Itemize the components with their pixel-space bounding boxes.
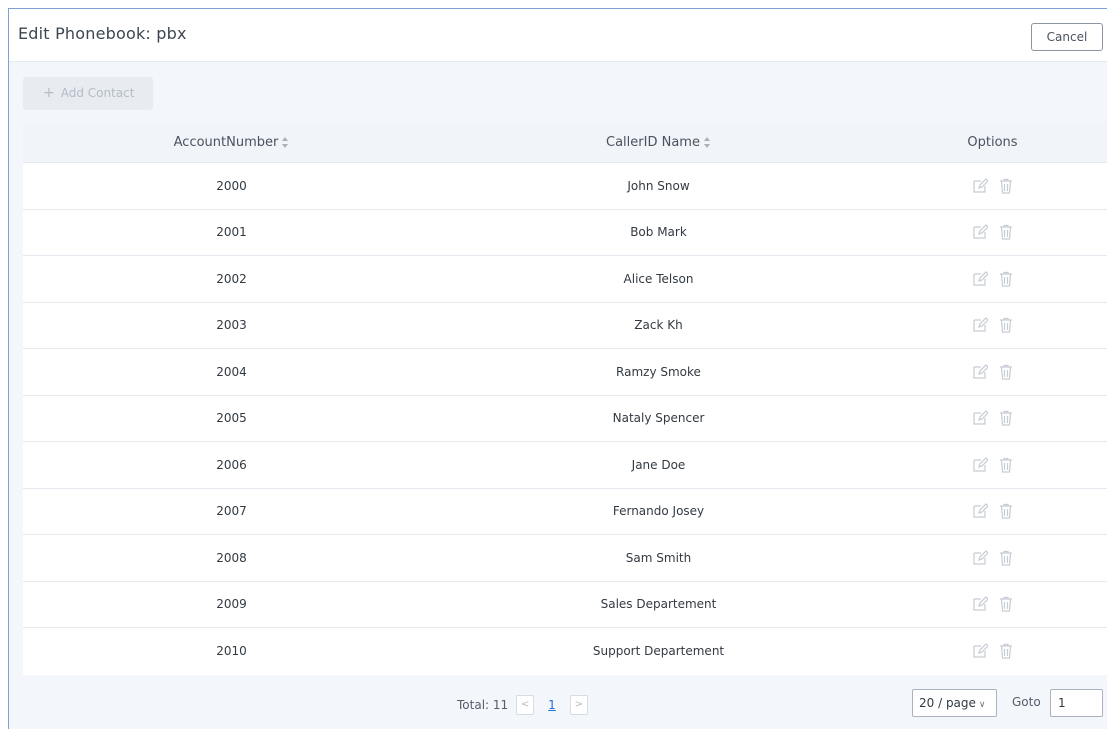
callerid-name-cell: Fernando Josey	[612, 504, 705, 519]
column-label: AccountNumber	[173, 135, 279, 150]
callerid-name-cell: Support Departement	[592, 644, 725, 659]
table-header: AccountNumber CallerID Name Options	[23, 123, 1107, 163]
page-number-button[interactable]: 1	[542, 698, 562, 712]
trash-icon[interactable]	[998, 643, 1014, 659]
trash-icon[interactable]	[998, 224, 1014, 240]
options-cell	[877, 270, 1107, 287]
trash-icon[interactable]	[998, 457, 1014, 473]
trash-icon[interactable]	[998, 410, 1014, 426]
table-row: 2007 Fernando Josey	[23, 489, 1107, 535]
trash-icon[interactable]	[998, 364, 1014, 380]
total-count: Total: 11	[457, 698, 509, 712]
options-cell	[877, 363, 1107, 380]
column-header-callerid-name[interactable]: CallerID Name	[440, 135, 877, 150]
account-number-cell: 2002	[216, 271, 247, 286]
account-number-cell: 2001	[216, 225, 247, 240]
callerid-name-cell: Nataly Spencer	[612, 411, 705, 426]
options-cell	[877, 643, 1107, 659]
table-row: 2005 Nataly Spencer	[23, 396, 1107, 442]
chevron-down-icon: ∨	[978, 700, 986, 710]
table-row: 2008 Sam Smith	[23, 535, 1107, 582]
contacts-table: AccountNumber CallerID Name Options 2000…	[23, 123, 1107, 675]
options-cell	[877, 317, 1107, 333]
trash-icon[interactable]	[998, 271, 1014, 287]
options-cell	[877, 456, 1107, 473]
add-contact-label: Add Contact	[60, 86, 135, 100]
callerid-name-cell: Zack Kh	[634, 318, 683, 333]
page-size-value: 20 / page	[919, 696, 976, 710]
table-row: 2001 Bob Mark	[23, 210, 1107, 256]
edit-icon[interactable]	[972, 410, 989, 426]
callerid-name-cell: Sales Departement	[600, 597, 717, 612]
edit-icon[interactable]	[972, 317, 989, 333]
account-number-cell: 2005	[216, 411, 247, 426]
table-row: 2010 Support Departement	[23, 628, 1107, 675]
panel-header: Edit Phonebook: pbx Cancel	[9, 9, 1107, 62]
account-number-cell: 2007	[216, 504, 247, 519]
next-page-button[interactable]: >	[569, 695, 588, 715]
options-cell	[877, 549, 1107, 566]
options-cell	[877, 596, 1107, 612]
table-row: 2003 Zack Kh	[23, 303, 1107, 349]
table-body: 2000 John Snow 2001 Bob Mark 2002 Alice Telso…	[23, 163, 1107, 675]
edit-icon[interactable]	[972, 177, 989, 194]
account-number-cell: 2006	[216, 457, 247, 472]
trash-icon[interactable]	[998, 178, 1014, 194]
column-header-accountnumber[interactable]: AccountNumber	[23, 135, 440, 150]
trash-icon[interactable]	[998, 317, 1014, 333]
table-row: 2000 John Snow	[23, 163, 1107, 210]
edit-icon[interactable]	[972, 270, 989, 287]
sort-icon[interactable]	[703, 137, 711, 148]
options-cell	[877, 410, 1107, 426]
options-cell	[877, 177, 1107, 194]
prev-page-button[interactable]: <	[516, 695, 535, 715]
plus-icon: +	[43, 85, 55, 101]
callerid-name-cell: Ramzy Smoke	[616, 364, 701, 379]
add-contact-button[interactable]: + Add Contact	[23, 77, 153, 110]
table-row: 2006 Jane Doe	[23, 442, 1107, 489]
pagination: Total: 11 < 1 >	[457, 695, 588, 715]
column-header-options: Options	[877, 135, 1107, 150]
edit-icon[interactable]	[972, 224, 989, 240]
options-cell	[877, 503, 1107, 519]
column-label: Options	[967, 135, 1018, 150]
options-cell	[877, 224, 1107, 240]
cancel-button[interactable]: Cancel	[1031, 23, 1103, 51]
goto-label: Goto	[1012, 695, 1041, 709]
page-size-select[interactable]: 20 / page ∨	[912, 689, 997, 717]
account-number-cell: 2003	[216, 318, 247, 333]
table-row: 2004 Ramzy Smoke	[23, 349, 1107, 396]
account-number-cell: 2004	[216, 364, 247, 379]
edit-icon[interactable]	[972, 456, 989, 473]
callerid-name-cell: John Snow	[627, 178, 690, 193]
page-title: Edit Phonebook: pbx	[18, 24, 187, 43]
trash-icon[interactable]	[998, 550, 1014, 566]
table-row: 2002 Alice Telson	[23, 256, 1107, 303]
trash-icon[interactable]	[998, 503, 1014, 519]
edit-icon[interactable]	[972, 549, 989, 566]
goto-input[interactable]	[1050, 689, 1103, 717]
callerid-name-cell: Bob Mark	[630, 225, 687, 240]
callerid-name-cell: Alice Telson	[623, 271, 694, 286]
callerid-name-cell: Jane Doe	[631, 457, 686, 472]
edit-icon[interactable]	[972, 643, 989, 659]
callerid-name-cell: Sam Smith	[625, 550, 692, 565]
edit-icon[interactable]	[972, 363, 989, 380]
edit-icon[interactable]	[972, 503, 989, 519]
account-number-cell: 2009	[216, 597, 247, 612]
phonebook-edit-panel: Edit Phonebook: pbx Cancel + Add Contact …	[8, 8, 1107, 729]
account-number-cell: 2000	[216, 178, 247, 193]
account-number-cell: 2008	[216, 550, 247, 565]
trash-icon[interactable]	[998, 596, 1014, 612]
sort-icon[interactable]	[282, 137, 289, 148]
column-label: CallerID Name	[606, 135, 700, 150]
table-row: 2009 Sales Departement	[23, 582, 1107, 628]
account-number-cell: 2010	[216, 644, 247, 659]
edit-icon[interactable]	[972, 596, 989, 612]
